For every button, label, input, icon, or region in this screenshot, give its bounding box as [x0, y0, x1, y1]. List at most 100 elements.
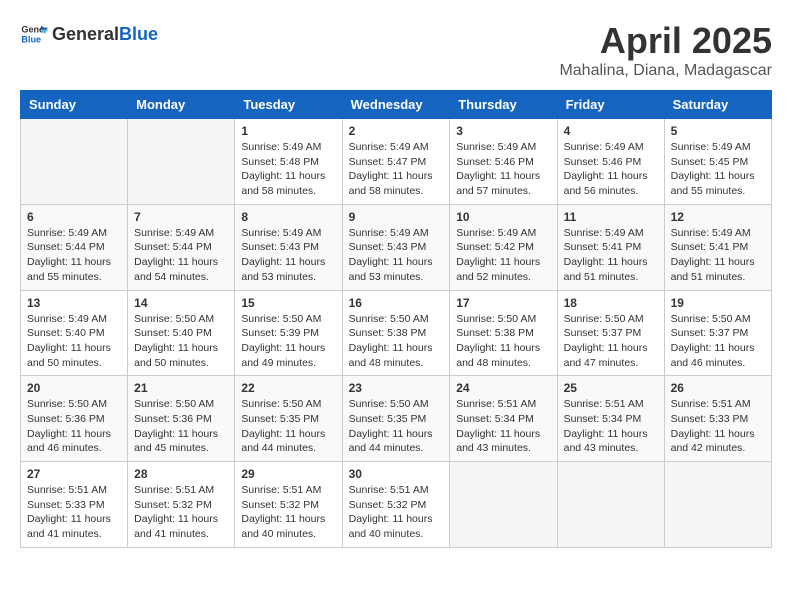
- day-info: Sunrise: 5:49 AM Sunset: 5:41 PM Dayligh…: [564, 226, 658, 285]
- svg-text:Blue: Blue: [21, 34, 41, 44]
- day-number: 9: [349, 210, 444, 224]
- day-info: Sunrise: 5:49 AM Sunset: 5:46 PM Dayligh…: [564, 140, 658, 199]
- day-info: Sunrise: 5:49 AM Sunset: 5:40 PM Dayligh…: [27, 312, 121, 371]
- day-header-sunday: Sunday: [21, 91, 128, 119]
- title-area: April 2025 Mahalina, Diana, Madagascar: [559, 20, 772, 80]
- calendar-cell: 25 Sunrise: 5:51 AM Sunset: 5:34 PM Dayli…: [557, 376, 664, 462]
- calendar-cell: 6 Sunrise: 5:49 AM Sunset: 5:44 PM Daylig…: [21, 204, 128, 290]
- day-number: 15: [241, 296, 335, 310]
- day-number: 3: [456, 124, 550, 138]
- calendar-cell: [128, 119, 235, 205]
- location-subtitle: Mahalina, Diana, Madagascar: [559, 62, 772, 80]
- calendar-cell: 30 Sunrise: 5:51 AM Sunset: 5:32 PM Dayli…: [342, 462, 450, 548]
- calendar-cell: 4 Sunrise: 5:49 AM Sunset: 5:46 PM Daylig…: [557, 119, 664, 205]
- calendar-cell: 16Sunrise: 5:50 AM Sunset: 5:38 PM Dayli…: [342, 290, 450, 376]
- day-number: 8: [241, 210, 335, 224]
- day-header-thursday: Thursday: [450, 91, 557, 119]
- calendar-cell: 11 Sunrise: 5:49 AM Sunset: 5:41 PM Dayli…: [557, 204, 664, 290]
- day-info: Sunrise: 5:51 AM Sunset: 5:32 PM Dayligh…: [134, 483, 228, 542]
- day-number: 12: [671, 210, 765, 224]
- day-info: Sunrise: 5:50 AM Sunset: 5:35 PM Dayligh…: [349, 397, 444, 456]
- calendar-cell: [664, 462, 771, 548]
- calendar-cell: 13 Sunrise: 5:49 AM Sunset: 5:40 PM Dayli…: [21, 290, 128, 376]
- day-header-saturday: Saturday: [664, 91, 771, 119]
- day-info: Sunrise: 5:50 AM Sunset: 5:38 PM Dayligh…: [456, 312, 550, 371]
- day-info: Sunrise: 5:50 AM Sunset: 5:37 PM Dayligh…: [564, 312, 658, 371]
- logo: General Blue General Blue: [20, 20, 158, 48]
- calendar-week-5: 27 Sunrise: 5:51 AM Sunset: 5:33 PM Dayli…: [21, 462, 772, 548]
- calendar-table: SundayMondayTuesdayWednesdayThursdayFrid…: [20, 90, 772, 548]
- day-number: 7: [134, 210, 228, 224]
- day-number: 28: [134, 467, 228, 481]
- day-info: Sunrise: 5:49 AM Sunset: 5:43 PM Dayligh…: [241, 226, 335, 285]
- day-number: 22: [241, 381, 335, 395]
- day-number: 29: [241, 467, 335, 481]
- day-number: 14: [134, 296, 228, 310]
- calendar-week-4: 20Sunrise: 5:50 AM Sunset: 5:36 PM Dayli…: [21, 376, 772, 462]
- day-number: 21: [134, 381, 228, 395]
- day-number: 17: [456, 296, 550, 310]
- day-number: 5: [671, 124, 765, 138]
- month-title: April 2025: [559, 20, 772, 62]
- calendar-cell: 12 Sunrise: 5:49 AM Sunset: 5:41 PM Dayli…: [664, 204, 771, 290]
- day-number: 4: [564, 124, 658, 138]
- calendar-cell: 21 Sunrise: 5:50 AM Sunset: 5:36 PM Dayli…: [128, 376, 235, 462]
- day-header-wednesday: Wednesday: [342, 91, 450, 119]
- calendar-cell: 27 Sunrise: 5:51 AM Sunset: 5:33 PM Dayli…: [21, 462, 128, 548]
- day-info: Sunrise: 5:49 AM Sunset: 5:48 PM Dayligh…: [241, 140, 335, 199]
- day-info: Sunrise: 5:49 AM Sunset: 5:41 PM Dayligh…: [671, 226, 765, 285]
- day-number: 6: [27, 210, 121, 224]
- calendar-cell: 14 Sunrise: 5:50 AM Sunset: 5:40 PM Dayli…: [128, 290, 235, 376]
- day-number: 24: [456, 381, 550, 395]
- day-info: Sunrise: 5:49 AM Sunset: 5:44 PM Dayligh…: [27, 226, 121, 285]
- calendar-cell: 17 Sunrise: 5:50 AM Sunset: 5:38 PM Dayli…: [450, 290, 557, 376]
- calendar-cell: [21, 119, 128, 205]
- calendar-cell: 20Sunrise: 5:50 AM Sunset: 5:36 PM Dayli…: [21, 376, 128, 462]
- day-header-monday: Monday: [128, 91, 235, 119]
- calendar-cell: 24Sunrise: 5:51 AM Sunset: 5:34 PM Dayli…: [450, 376, 557, 462]
- calendar-week-3: 13 Sunrise: 5:49 AM Sunset: 5:40 PM Dayli…: [21, 290, 772, 376]
- day-info: Sunrise: 5:51 AM Sunset: 5:34 PM Dayligh…: [564, 397, 658, 456]
- calendar-cell: 7 Sunrise: 5:49 AM Sunset: 5:44 PM Daylig…: [128, 204, 235, 290]
- day-info: Sunrise: 5:51 AM Sunset: 5:33 PM Dayligh…: [27, 483, 121, 542]
- day-number: 11: [564, 210, 658, 224]
- header: General Blue General Blue April 2025 Mah…: [20, 20, 772, 80]
- day-info: Sunrise: 5:49 AM Sunset: 5:44 PM Dayligh…: [134, 226, 228, 285]
- logo-general: General: [52, 24, 119, 45]
- calendar-cell: [557, 462, 664, 548]
- day-info: Sunrise: 5:50 AM Sunset: 5:37 PM Dayligh…: [671, 312, 765, 371]
- calendar-cell: 18 Sunrise: 5:50 AM Sunset: 5:37 PM Dayli…: [557, 290, 664, 376]
- logo-icon: General Blue: [20, 20, 48, 48]
- day-number: 18: [564, 296, 658, 310]
- day-info: Sunrise: 5:50 AM Sunset: 5:36 PM Dayligh…: [134, 397, 228, 456]
- day-info: Sunrise: 5:50 AM Sunset: 5:40 PM Dayligh…: [134, 312, 228, 371]
- calendar-cell: 23Sunrise: 5:50 AM Sunset: 5:35 PM Dayli…: [342, 376, 450, 462]
- day-info: Sunrise: 5:50 AM Sunset: 5:36 PM Dayligh…: [27, 397, 121, 456]
- calendar-cell: 22 Sunrise: 5:50 AM Sunset: 5:35 PM Dayli…: [235, 376, 342, 462]
- calendar-cell: 8 Sunrise: 5:49 AM Sunset: 5:43 PM Daylig…: [235, 204, 342, 290]
- day-header-tuesday: Tuesday: [235, 91, 342, 119]
- day-number: 25: [564, 381, 658, 395]
- day-number: 13: [27, 296, 121, 310]
- day-number: 30: [349, 467, 444, 481]
- day-number: 27: [27, 467, 121, 481]
- day-number: 16: [349, 296, 444, 310]
- day-info: Sunrise: 5:49 AM Sunset: 5:46 PM Dayligh…: [456, 140, 550, 199]
- day-info: Sunrise: 5:50 AM Sunset: 5:35 PM Dayligh…: [241, 397, 335, 456]
- day-info: Sunrise: 5:50 AM Sunset: 5:39 PM Dayligh…: [241, 312, 335, 371]
- day-info: Sunrise: 5:51 AM Sunset: 5:33 PM Dayligh…: [671, 397, 765, 456]
- day-number: 2: [349, 124, 444, 138]
- day-number: 10: [456, 210, 550, 224]
- day-info: Sunrise: 5:49 AM Sunset: 5:47 PM Dayligh…: [349, 140, 444, 199]
- day-number: 26: [671, 381, 765, 395]
- calendar-cell: 3 Sunrise: 5:49 AM Sunset: 5:46 PM Daylig…: [450, 119, 557, 205]
- day-number: 1: [241, 124, 335, 138]
- day-number: 19: [671, 296, 765, 310]
- calendar-cell: 19 Sunrise: 5:50 AM Sunset: 5:37 PM Dayli…: [664, 290, 771, 376]
- calendar-week-1: 1 Sunrise: 5:49 AM Sunset: 5:48 PM Daylig…: [21, 119, 772, 205]
- day-info: Sunrise: 5:49 AM Sunset: 5:42 PM Dayligh…: [456, 226, 550, 285]
- day-info: Sunrise: 5:51 AM Sunset: 5:32 PM Dayligh…: [349, 483, 444, 542]
- calendar-week-2: 6 Sunrise: 5:49 AM Sunset: 5:44 PM Daylig…: [21, 204, 772, 290]
- calendar-cell: 1 Sunrise: 5:49 AM Sunset: 5:48 PM Daylig…: [235, 119, 342, 205]
- calendar-cell: 10 Sunrise: 5:49 AM Sunset: 5:42 PM Dayli…: [450, 204, 557, 290]
